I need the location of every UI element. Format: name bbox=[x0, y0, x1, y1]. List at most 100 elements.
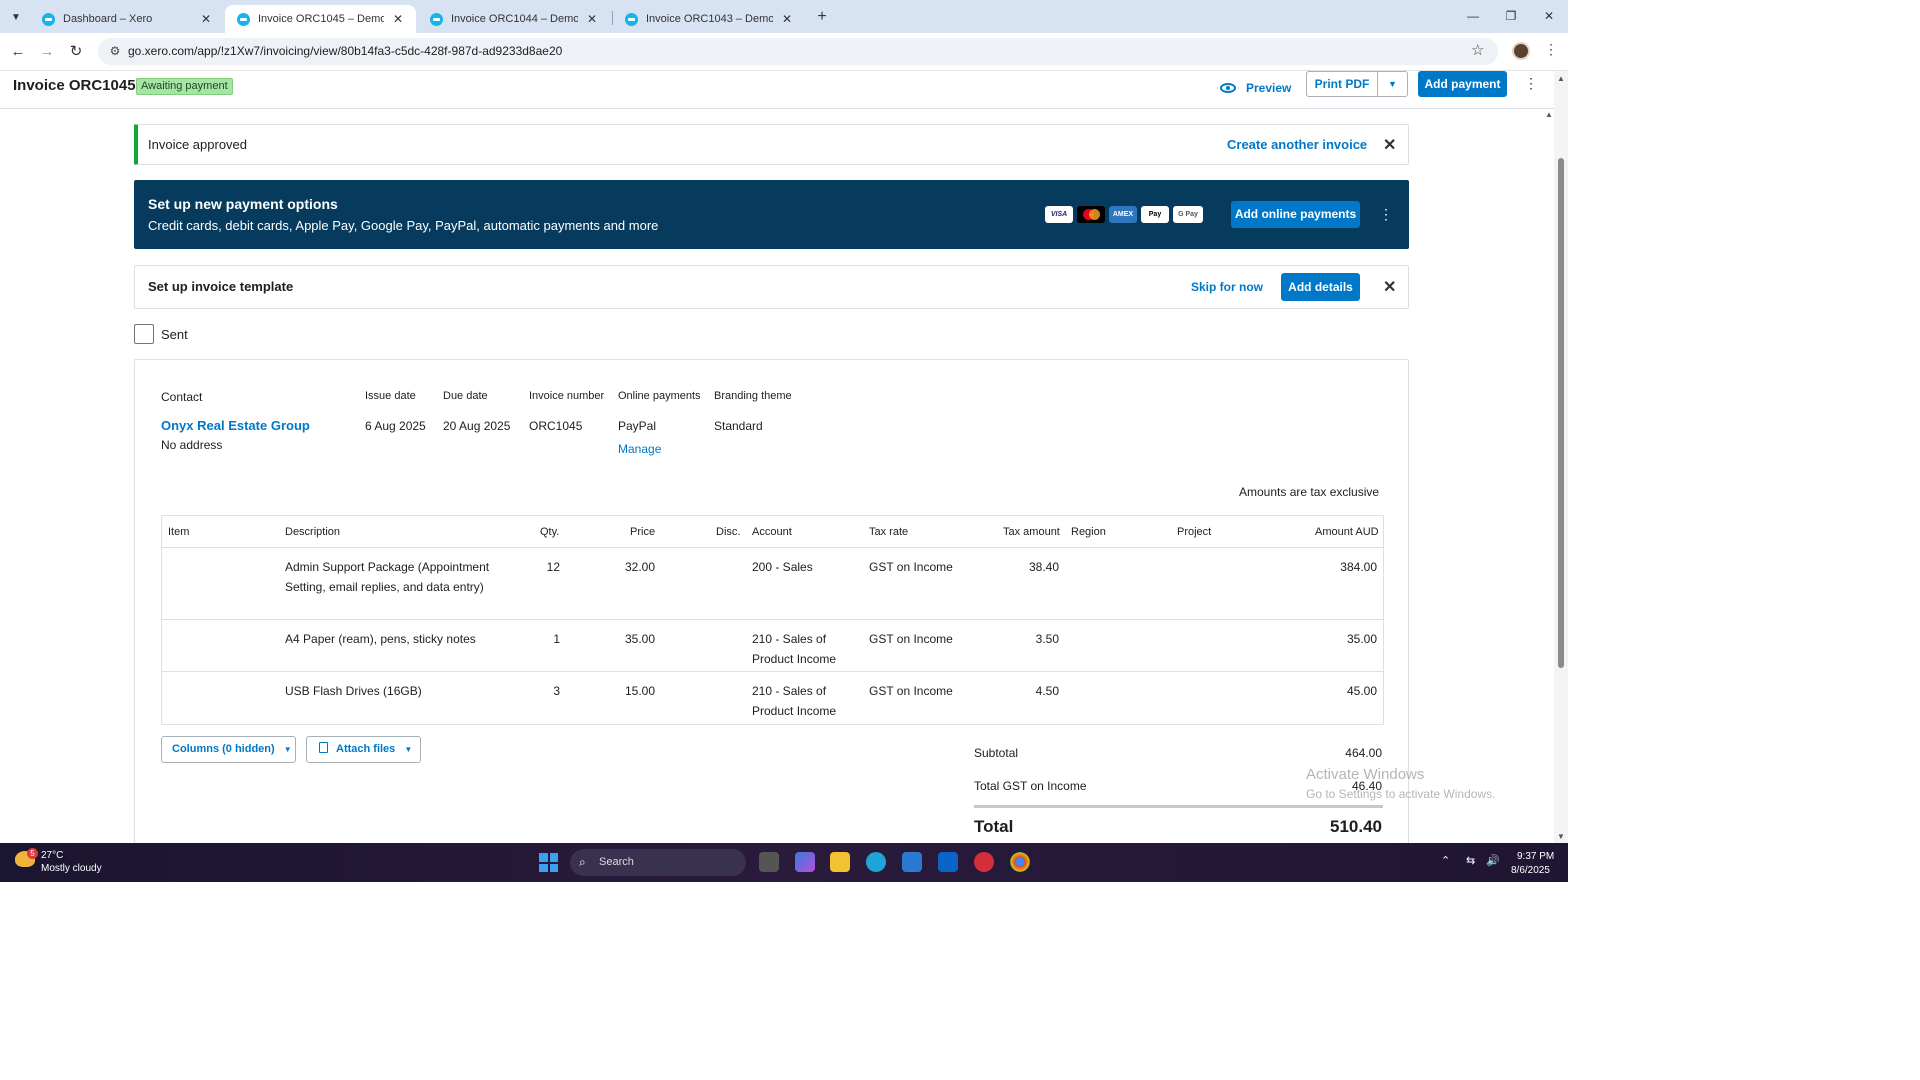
network-icon[interactable]: ⇆ bbox=[1466, 854, 1475, 867]
url-field[interactable]: ⚙ go.xero.com/app/!z1Xw7/invoicing/view/… bbox=[98, 38, 1498, 65]
line-account[interactable]: 210 - Sales of Product Income bbox=[752, 630, 852, 669]
add-online-payments-button[interactable]: Add online payments bbox=[1231, 201, 1360, 228]
create-another-invoice-link[interactable]: Create another invoice bbox=[1227, 137, 1367, 152]
windows-start-icon[interactable] bbox=[539, 853, 558, 872]
outlook-icon[interactable] bbox=[938, 852, 958, 872]
more-options-icon[interactable]: ⋮ bbox=[1524, 75, 1538, 92]
window-close-icon[interactable]: ✕ bbox=[1534, 6, 1564, 26]
bookmark-star-icon[interactable]: ☆ bbox=[1471, 41, 1484, 59]
new-tab-plus-icon[interactable]: + bbox=[812, 7, 832, 27]
tab-invoice-orc1043[interactable]: Invoice ORC1043 – Demo Comp ✕ bbox=[613, 5, 805, 33]
template-setup-title: Set up invoice template bbox=[148, 279, 294, 294]
add-payment-button[interactable]: Add payment bbox=[1418, 71, 1507, 97]
close-tab-icon[interactable]: ✕ bbox=[779, 12, 795, 26]
line-tax-rate[interactable]: GST on Income bbox=[869, 630, 953, 650]
profile-avatar-icon[interactable] bbox=[1512, 42, 1530, 60]
task-view-icon[interactable] bbox=[759, 852, 779, 872]
tab-search-chevron-icon[interactable]: ▼ bbox=[6, 7, 26, 27]
contact-heading: Contact bbox=[161, 390, 203, 404]
line-price[interactable]: 35.00 bbox=[602, 630, 655, 650]
skip-for-now-link[interactable]: Skip for now bbox=[1191, 280, 1263, 294]
scroll-up-arrow-icon[interactable]: ▲ bbox=[1557, 74, 1565, 83]
inner-scroll-up-arrow-icon[interactable]: ▲ bbox=[1545, 110, 1553, 119]
line-tax-amount[interactable]: 3.50 bbox=[1002, 630, 1059, 650]
line-tax-rate[interactable]: GST on Income bbox=[869, 682, 953, 702]
column-header-region: Region bbox=[1071, 526, 1106, 538]
line-tax-amount[interactable]: 4.50 bbox=[1002, 682, 1059, 702]
line-amount[interactable]: 384.00 bbox=[1302, 558, 1377, 578]
temperature[interactable]: 27°C bbox=[41, 850, 63, 861]
chrome-icon[interactable] bbox=[1010, 852, 1030, 872]
xero-favicon-icon bbox=[430, 12, 443, 26]
line-amount[interactable]: 35.00 bbox=[1302, 630, 1377, 650]
add-details-button[interactable]: Add details bbox=[1281, 273, 1360, 301]
manage-payments-link[interactable]: Manage bbox=[618, 442, 661, 456]
gst-label: Total GST on Income bbox=[974, 779, 1087, 793]
browser-menu-icon[interactable]: ⋮ bbox=[1544, 41, 1558, 58]
site-settings-icon[interactable]: ⚙ bbox=[108, 44, 122, 58]
banner-more-options-icon[interactable]: ⋮ bbox=[1379, 206, 1393, 223]
page-title: Invoice ORC1045 bbox=[13, 77, 136, 94]
line-description[interactable]: Admin Support Package (Appointment Setti… bbox=[285, 558, 495, 597]
sent-checkbox[interactable] bbox=[134, 324, 154, 344]
copilot-icon[interactable] bbox=[795, 852, 815, 872]
apple-pay-icon: Pay bbox=[1141, 206, 1169, 223]
table-row[interactable]: Admin Support Package (Appointment Setti… bbox=[162, 548, 1383, 620]
reload-icon[interactable]: ↻ bbox=[66, 42, 86, 62]
line-account[interactable]: 200 - Sales bbox=[752, 558, 857, 578]
attach-files-button[interactable]: Attach files ▼ bbox=[306, 736, 421, 763]
microsoft-store-icon[interactable] bbox=[902, 852, 922, 872]
opera-icon[interactable] bbox=[974, 852, 994, 872]
taskbar-search-placeholder: Search bbox=[599, 856, 634, 868]
show-hidden-icons-chevron-up-icon[interactable]: ⌃ bbox=[1441, 854, 1450, 867]
forward-arrow-icon[interactable]: → bbox=[37, 42, 57, 62]
back-arrow-icon[interactable]: ← bbox=[8, 42, 28, 62]
line-tax-amount[interactable]: 38.40 bbox=[1002, 558, 1059, 578]
weather-condition[interactable]: Mostly cloudy bbox=[41, 863, 102, 874]
edge-browser-icon[interactable] bbox=[866, 852, 886, 872]
column-header-item: Item bbox=[168, 526, 190, 538]
tab-invoice-orc1045[interactable]: Invoice ORC1045 – Demo Comp ✕ bbox=[225, 5, 416, 33]
preview-button[interactable]: Preview bbox=[1220, 76, 1291, 100]
line-account[interactable]: 210 - Sales of Product Income bbox=[752, 682, 852, 721]
tab-dashboard[interactable]: Dashboard – Xero ✕ bbox=[30, 5, 224, 33]
close-tab-icon[interactable]: ✕ bbox=[584, 12, 600, 26]
taskbar-search[interactable]: ⌕ Search bbox=[570, 849, 746, 876]
contact-name-link[interactable]: Onyx Real Estate Group bbox=[161, 418, 310, 433]
tab-invoice-orc1044[interactable]: Invoice ORC1044 – Demo Comp ✕ bbox=[418, 5, 610, 33]
column-header-description: Description bbox=[285, 526, 341, 538]
close-template-setup-icon[interactable]: ✕ bbox=[1383, 277, 1396, 297]
restore-icon[interactable]: ❐ bbox=[1496, 6, 1526, 26]
clock-time[interactable]: 9:37 PM bbox=[1517, 851, 1554, 862]
table-row[interactable]: A4 Paper (ream), pens, sticky notes 1 35… bbox=[162, 620, 1383, 672]
close-tab-icon[interactable]: ✕ bbox=[198, 12, 214, 26]
line-description[interactable]: A4 Paper (ream), pens, sticky notes bbox=[285, 630, 495, 650]
volume-icon[interactable]: 🔊 bbox=[1486, 854, 1500, 867]
table-row[interactable]: USB Flash Drives (16GB) 3 15.00 210 - Sa… bbox=[162, 672, 1383, 724]
clock-date[interactable]: 8/6/2025 bbox=[1511, 865, 1550, 876]
scroll-down-arrow-icon[interactable]: ▼ bbox=[1557, 832, 1565, 841]
line-items-table: Item Description Qty. Price Disc. Accoun… bbox=[161, 515, 1384, 725]
url-text[interactable]: go.xero.com/app/!z1Xw7/invoicing/view/80… bbox=[128, 44, 562, 58]
tab-title: Dashboard – Xero bbox=[63, 13, 153, 25]
line-qty[interactable]: 12 bbox=[522, 558, 560, 578]
print-pdf-button[interactable]: Print PDF bbox=[1307, 72, 1378, 96]
line-qty[interactable]: 3 bbox=[522, 682, 560, 702]
close-notice-icon[interactable]: ✕ bbox=[1383, 135, 1396, 155]
line-price[interactable]: 15.00 bbox=[602, 682, 655, 702]
eye-icon bbox=[1220, 83, 1236, 93]
scroll-thumb[interactable] bbox=[1558, 158, 1564, 668]
search-icon: ⌕ bbox=[579, 855, 586, 869]
line-tax-rate[interactable]: GST on Income bbox=[869, 558, 953, 578]
minimize-icon[interactable]: — bbox=[1458, 6, 1488, 26]
close-tab-icon[interactable]: ✕ bbox=[390, 12, 406, 26]
print-options-chevron-down-icon[interactable]: ▼ bbox=[1378, 72, 1407, 96]
column-header-account: Account bbox=[752, 526, 792, 538]
line-amount[interactable]: 45.00 bbox=[1302, 682, 1377, 702]
file-explorer-icon[interactable] bbox=[830, 852, 850, 872]
line-price[interactable]: 32.00 bbox=[602, 558, 655, 578]
columns-dropdown-button[interactable]: Columns (0 hidden) ▼ bbox=[161, 736, 296, 763]
line-description[interactable]: USB Flash Drives (16GB) bbox=[285, 682, 495, 702]
page-scrollbar[interactable]: ▲ ▼ bbox=[1554, 71, 1568, 843]
line-qty[interactable]: 1 bbox=[522, 630, 560, 650]
